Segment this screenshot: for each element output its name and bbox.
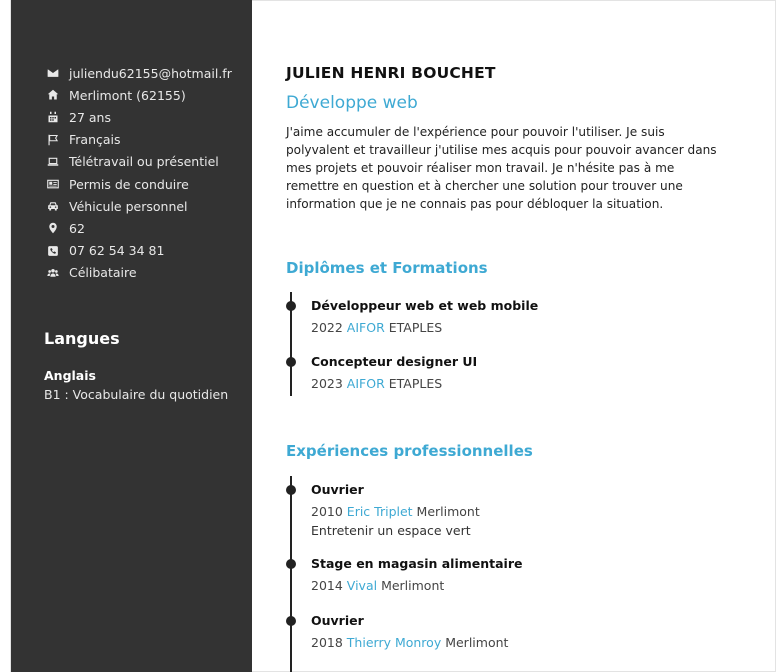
experience-item-org[interactable]: Eric Triplet [347, 504, 413, 519]
experience-item-org[interactable]: Thierry Monroy [347, 635, 441, 650]
education-item-year: 2022 [311, 320, 343, 335]
languages-title: Langues [44, 329, 120, 348]
contact-email[interactable]: juliendu62155@hotmail.fr [46, 62, 232, 84]
job-title: Développe web [286, 93, 418, 113]
contact-vehicle-text: Véhicule personnel [69, 198, 188, 214]
education-item-place: ETAPLES [388, 376, 443, 391]
timeline-dot [286, 616, 296, 626]
phone-icon [46, 244, 60, 258]
id-card-icon [46, 177, 60, 191]
person-name: JULIEN HENRI BOUCHET [286, 64, 496, 82]
contact-work-mode-text: Télétravail ou présentiel [69, 154, 219, 170]
contact-address: Merlimont (62155) [46, 84, 232, 106]
contact-vehicle: Véhicule personnel [46, 195, 232, 217]
contact-phone-text: 07 62 54 34 81 [69, 243, 165, 259]
contact-age-text: 27 ans [69, 109, 111, 125]
education-item-org[interactable]: AIFOR [347, 320, 385, 335]
contact-email-text: juliendu62155@hotmail.fr [69, 65, 232, 81]
home-icon [46, 88, 60, 102]
contact-department: 62 [46, 217, 232, 239]
contact-language: Français [46, 129, 232, 151]
education-item-place: ETAPLES [388, 320, 443, 335]
experience-item-title: Stage en magasin alimentaire [311, 556, 523, 571]
contact-department-text: 62 [69, 220, 85, 236]
experience-item-meta: 2018 Thierry Monroy Merlimont [311, 635, 508, 650]
timeline-dot [286, 559, 296, 569]
bio-paragraph: J'aime accumuler de l'expérience pour po… [286, 125, 717, 211]
timeline-dot [286, 357, 296, 367]
timeline-dot [286, 301, 296, 311]
car-icon [46, 199, 60, 213]
contact-language-text: Français [69, 132, 121, 148]
calendar-icon [46, 110, 60, 124]
experience-item-meta: 2010 Eric Triplet Merlimont [311, 504, 480, 519]
education-item-meta: 2022 AIFOR ETAPLES [311, 320, 442, 335]
laptop-icon [46, 155, 60, 169]
contact-status-text: Célibataire [69, 265, 137, 281]
contact-work-mode: Télétravail ou présentiel [46, 151, 232, 173]
language-level: B1 : Vocabulaire du quotidien [44, 387, 229, 402]
contact-address-text: Merlimont (62155) [69, 87, 186, 103]
envelope-icon [46, 66, 60, 80]
contact-license: Permis de conduire [46, 173, 232, 195]
flag-icon [46, 133, 60, 147]
education-item-title: Développeur web et web mobile [311, 298, 539, 313]
education-item-meta: 2023 AIFOR ETAPLES [311, 376, 442, 391]
contact-status: Célibataire [46, 262, 232, 284]
timeline-line [290, 476, 292, 672]
users-icon [46, 266, 60, 280]
timeline-dot [286, 485, 296, 495]
experience-item-year: 2018 [311, 635, 343, 650]
map-marker-icon [46, 221, 60, 235]
education-item-org[interactable]: AIFOR [347, 376, 385, 391]
experience-item-place: Merlimont [381, 578, 445, 593]
education-title: Diplômes et Formations [286, 259, 488, 277]
experience-item-title: Ouvrier [311, 613, 364, 628]
education-timeline: Développeur web et web mobile 2022 AIFOR… [286, 292, 726, 402]
experience-item-year: 2010 [311, 504, 343, 519]
sidebar: juliendu62155@hotmail.fr Merlimont (6215… [11, 0, 252, 672]
experience-item-title: Ouvrier [311, 482, 364, 497]
contact-license-text: Permis de conduire [69, 176, 189, 192]
experience-item-place: Merlimont [445, 635, 509, 650]
experience-item-org[interactable]: Vival [347, 578, 377, 593]
experience-item-description: Entretenir un espace vert [311, 523, 471, 538]
experience-item-meta: 2014 Vival Merlimont [311, 578, 444, 593]
education-item-title: Concepteur designer UI [311, 354, 478, 369]
contact-age: 27 ans [46, 106, 232, 128]
contact-phone[interactable]: 07 62 54 34 81 [46, 240, 232, 262]
experience-title: Expériences professionnelles [286, 442, 533, 460]
experience-item-year: 2014 [311, 578, 343, 593]
experience-timeline: Ouvrier 2010 Eric Triplet Merlimont Entr… [286, 476, 726, 672]
education-item-year: 2023 [311, 376, 343, 391]
resume-page: juliendu62155@hotmail.fr Merlimont (6215… [0, 0, 784, 672]
experience-item-place: Merlimont [416, 504, 480, 519]
language-name: Anglais [44, 368, 96, 383]
contact-list: juliendu62155@hotmail.fr Merlimont (6215… [46, 62, 232, 284]
